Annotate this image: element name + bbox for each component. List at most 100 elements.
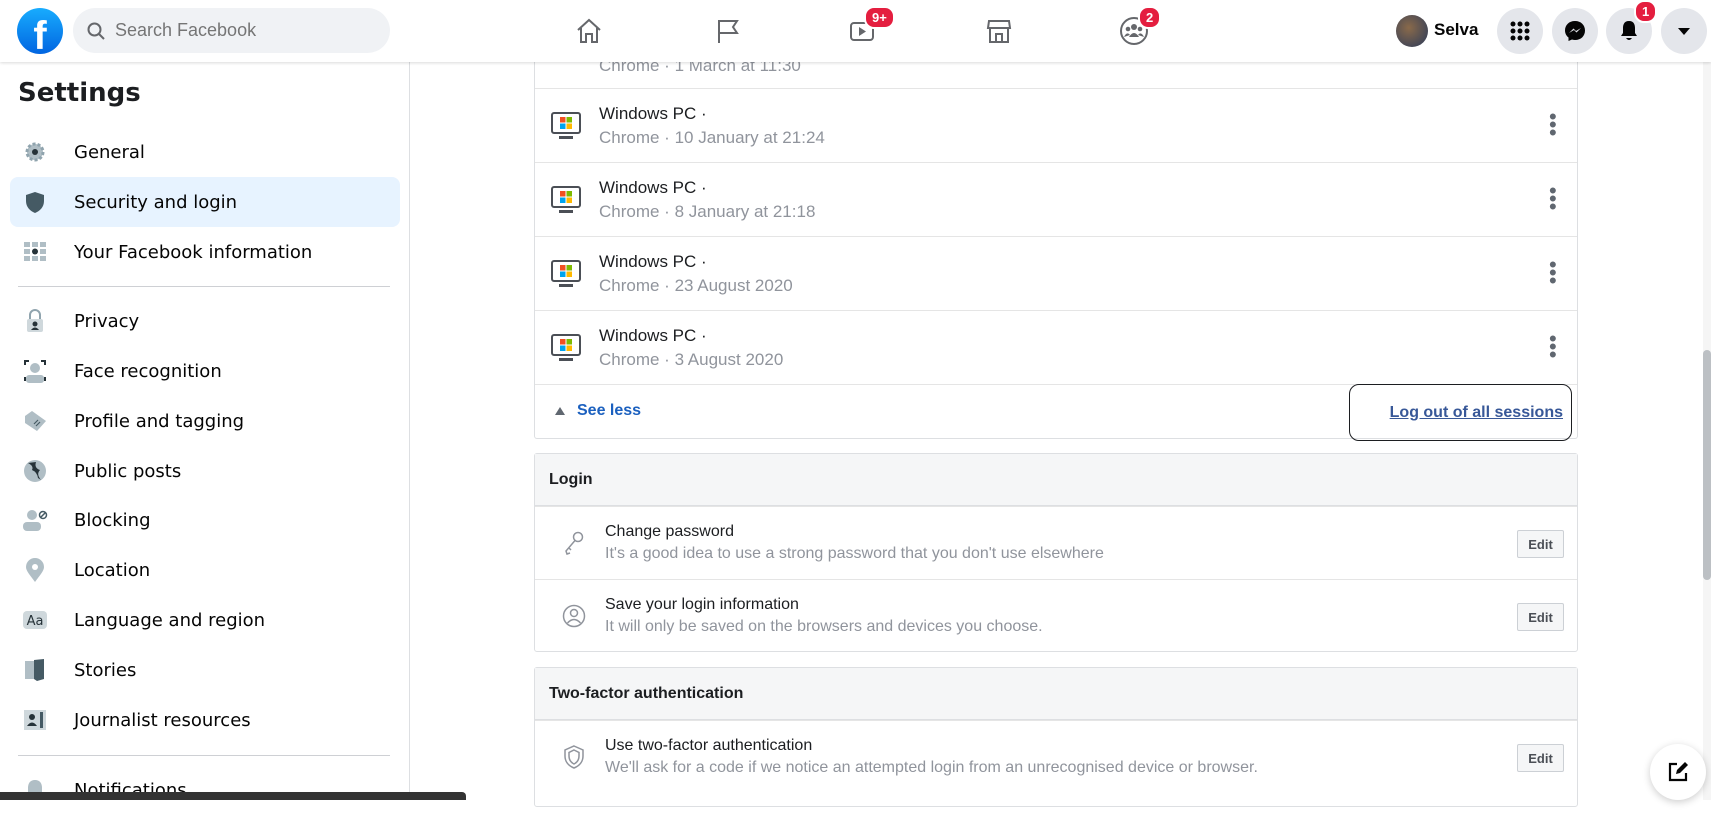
language-icon: Aa <box>22 607 48 633</box>
sidebar-item-label: Journalist resources <box>74 709 251 731</box>
sidebar-item-label: General <box>74 141 145 163</box>
nav-marketplace[interactable] <box>979 12 1019 50</box>
two-factor-row: Use two-factor authentication We'll ask f… <box>535 720 1577 793</box>
edit-button[interactable]: Edit <box>1517 603 1564 631</box>
session-detail: Chrome · 10 January at 21:24 <box>599 127 825 147</box>
tag-icon <box>22 408 48 434</box>
messenger-button[interactable] <box>1552 8 1598 54</box>
nav-watch[interactable]: 9+ <box>842 6 895 50</box>
session-device: Windows PC · <box>599 251 707 271</box>
sidebar-item-public-posts[interactable]: Public posts <box>10 446 400 496</box>
search-input[interactable] <box>115 20 375 41</box>
sidebar-item-label: Stories <box>74 659 137 681</box>
page-title: Settings <box>18 78 141 108</box>
settings-sidebar: Settings General Security and login Your F… <box>0 62 410 801</box>
sidebar-item-security-and-login[interactable]: Security and login <box>10 177 400 227</box>
avatar[interactable] <box>1396 15 1428 47</box>
sidebar-item-label: Face recognition <box>74 360 222 382</box>
groups-badge: 2 <box>1138 6 1162 29</box>
logout-all-sessions-link[interactable]: Log out of all sessions <box>1349 384 1572 441</box>
grid-icon <box>22 239 48 265</box>
home-icon <box>577 18 601 43</box>
sidebar-item-label: Your Facebook information <box>74 241 313 263</box>
sidebar-item-label: Security and login <box>74 191 238 213</box>
sidebar-item-journalist-resources[interactable]: Journalist resources <box>10 695 400 745</box>
block-user-icon <box>22 507 48 533</box>
sidebar-item-language-and-region[interactable]: Aa Language and region <box>10 595 400 645</box>
gear-icon <box>22 139 48 165</box>
section-header: Two-factor authentication <box>535 668 1577 720</box>
lock-icon <box>22 308 48 334</box>
see-less-link[interactable]: See less <box>555 402 641 420</box>
svg-text:Aa: Aa <box>27 614 44 629</box>
more-options-icon[interactable]: • • • <box>1549 328 1557 366</box>
sidebar-item-privacy[interactable]: Privacy <box>10 296 400 346</box>
sidebar-item-face-recognition[interactable]: Face recognition <box>10 346 400 396</box>
more-options-icon[interactable]: • • • <box>1549 106 1557 144</box>
key-icon <box>565 531 584 555</box>
search-box[interactable] <box>73 8 390 53</box>
more-options-icon[interactable]: • • • <box>1549 254 1557 292</box>
location-pin-icon <box>22 557 48 583</box>
section-header: Login <box>535 454 1577 506</box>
sidebar-item-profile-and-tagging[interactable]: Profile and tagging <box>10 396 400 446</box>
divider <box>18 286 390 287</box>
windows-pc-icon <box>551 185 581 213</box>
sidebar-item-general[interactable]: General <box>10 127 400 177</box>
divider <box>18 755 390 756</box>
sidebar-item-notifications[interactable]: Notifications <box>10 765 400 815</box>
notifications-button[interactable]: 1 <box>1606 0 1658 54</box>
session-row: Windows PC · Chrome · 8 January at 21:18 •… <box>535 162 1577 236</box>
change-password-row: Change password It's a good idea to use a… <box>535 506 1577 579</box>
globe-icon <box>22 458 48 484</box>
new-message-button[interactable] <box>1650 744 1706 800</box>
windows-pc-icon <box>551 111 581 139</box>
account-button[interactable] <box>1661 8 1707 54</box>
sidebar-item-label: Profile and tagging <box>74 410 245 432</box>
video-badge: 9+ <box>864 6 895 29</box>
messenger-icon <box>1565 21 1585 41</box>
journalist-icon <box>22 707 48 733</box>
scrollbar[interactable] <box>1703 62 1711 800</box>
edit-button[interactable]: Edit <box>1517 744 1564 772</box>
shield-outline-icon <box>564 745 584 769</box>
scrollbar-thumb[interactable] <box>1703 350 1711 580</box>
session-detail: Chrome · 8 January at 21:18 <box>599 201 816 221</box>
apps-grid-icon <box>1510 21 1530 41</box>
bell-icon <box>1621 21 1637 40</box>
menu-button[interactable] <box>1497 8 1543 54</box>
top-navbar: f 9+ 2 Selva 1 <box>0 0 1711 62</box>
face-scan-icon <box>22 358 48 384</box>
shield-icon <box>22 189 48 215</box>
nav-home[interactable] <box>569 12 609 50</box>
sidebar-item-label: Public posts <box>74 460 182 482</box>
two-factor-card: Two-factor authentication Use two-factor… <box>534 667 1578 807</box>
session-row: Windows PC · Chrome · 23 August 2020 • • • <box>535 236 1577 310</box>
more-options-icon[interactable]: • • • <box>1549 180 1557 218</box>
sidebar-item-location[interactable]: Location <box>10 545 400 595</box>
bottom-bar <box>0 792 466 800</box>
nav-pages[interactable] <box>708 12 748 50</box>
session-device: Windows PC · <box>599 103 707 123</box>
sidebar-item-stories[interactable]: Stories <box>10 645 400 695</box>
sidebar-item-blocking[interactable]: Blocking <box>10 495 400 545</box>
sessions-card: Chrome · 1 March at 11:30 Windows PC · Ch… <box>534 40 1578 439</box>
marketplace-icon <box>986 20 1012 43</box>
sidebar-item-label: Location <box>74 559 151 581</box>
notifications-badge: 1 <box>1634 0 1658 23</box>
edit-button[interactable]: Edit <box>1517 530 1564 558</box>
login-card: Login Change password It's a good idea to… <box>534 453 1578 652</box>
caret-down-icon <box>1678 28 1690 35</box>
flag-icon <box>718 20 739 43</box>
session-detail: Chrome · 3 August 2020 <box>599 349 784 369</box>
nav-groups[interactable]: 2 <box>1114 6 1162 50</box>
sidebar-item-label: Language and region <box>74 609 266 631</box>
session-detail: Chrome · 23 August 2020 <box>599 275 793 295</box>
search-icon <box>87 22 105 40</box>
sidebar-item-your-facebook-information[interactable]: Your Facebook information <box>10 227 400 277</box>
facebook-logo[interactable]: f <box>17 8 63 54</box>
windows-pc-icon <box>551 333 581 361</box>
session-device: Windows PC · <box>599 177 707 197</box>
user-name[interactable]: Selva <box>1434 20 1478 40</box>
session-device: Windows PC · <box>599 325 707 345</box>
